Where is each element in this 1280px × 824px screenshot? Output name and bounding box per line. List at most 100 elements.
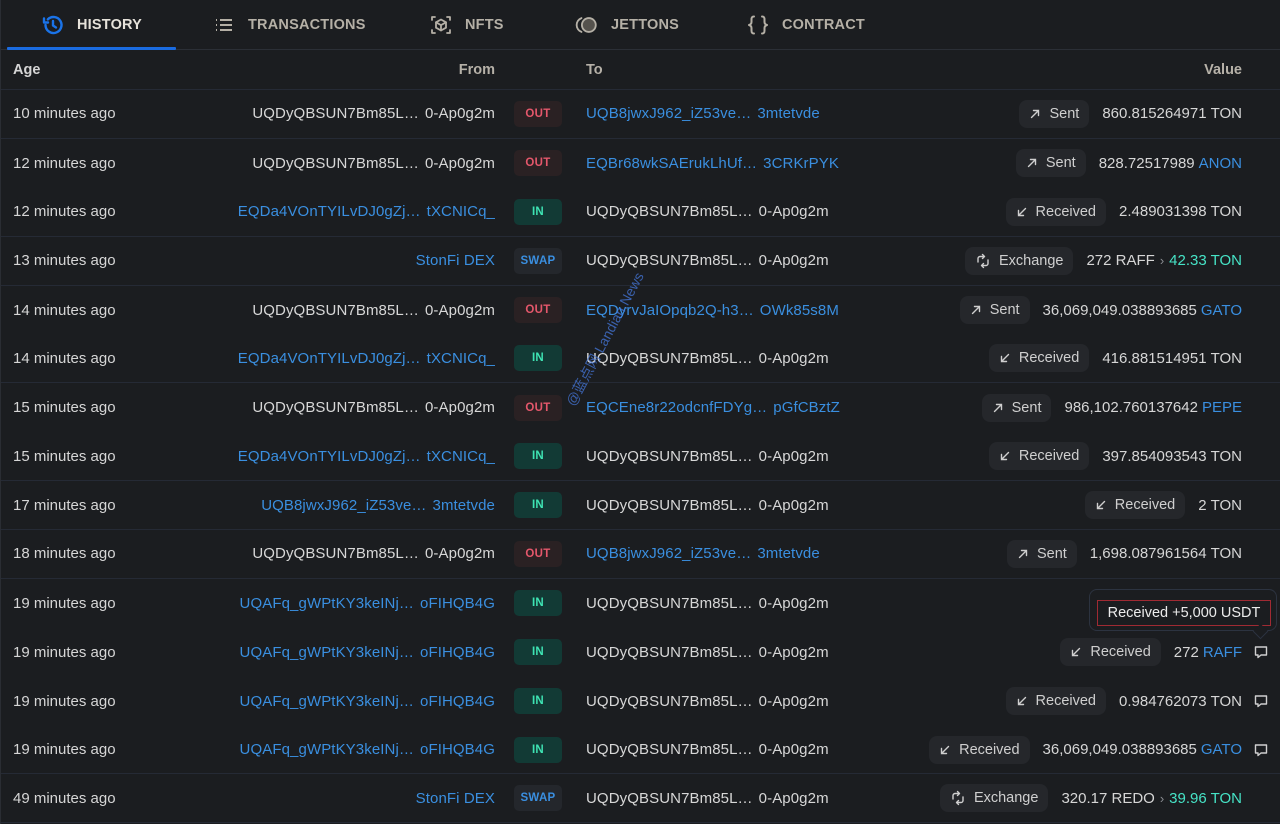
to-cell: UQDyQBSUN7Bm85L… 0-Ap0g2m bbox=[581, 497, 841, 514]
address-tail[interactable]: pGfCBztZ bbox=[773, 399, 840, 416]
token-symbol[interactable]: PEPE bbox=[1202, 399, 1242, 416]
address-tail[interactable]: oFIHQB4G bbox=[420, 693, 495, 710]
column-age: Age bbox=[13, 61, 41, 78]
address-tail[interactable]: tXCNICq_ bbox=[427, 448, 495, 465]
direction-badge: OUT bbox=[514, 540, 562, 567]
address-head[interactable]: UQAFq_gWPtKY3keINj… bbox=[240, 693, 414, 710]
action-chip: Sent bbox=[959, 296, 1030, 324]
table-row[interactable]: 17 minutes ago UQB8jwxJ962_iZ53ve… 3mtetvd… bbox=[1, 481, 1280, 531]
address-head[interactable]: UQB8jwxJ962_iZ53ve… bbox=[261, 497, 426, 514]
address-head: UQDyQBSUN7Bm85L… bbox=[252, 545, 419, 563]
address-tail[interactable]: oFIHQB4G bbox=[420, 595, 495, 612]
table-row[interactable]: 49 minutes ago StonFi DEX SWAP UQDyQBSUN7Bm… bbox=[1, 774, 1280, 824]
from-address[interactable]: UQAFq_gWPtKY3keINj… oFIHQB4G bbox=[240, 693, 495, 710]
address-head[interactable]: UQB8jwxJ962_iZ53ve… bbox=[586, 545, 751, 562]
comment-icon[interactable] bbox=[1252, 692, 1270, 710]
table-row[interactable]: 13 minutes ago StonFi DEX SWAP UQDyQBSUN7Bm… bbox=[1, 237, 1280, 286]
value-cell: Received 36,069,049.038893685 GATO bbox=[841, 735, 1280, 764]
address-tail[interactable]: oFIHQB4G bbox=[420, 644, 495, 661]
address-head[interactable]: UQAFq_gWPtKY3keINj… bbox=[240, 741, 414, 758]
from-address[interactable]: EQDa4VOnTYILvDJ0gZj… tXCNICq_ bbox=[238, 350, 495, 367]
from-address: UQDyQBSUN7Bm85L… 0-Ap0g2m bbox=[252, 545, 495, 562]
table-row[interactable]: 12 minutes ago EQDa4VOnTYILvDJ0gZj… tXCNIC… bbox=[1, 188, 1280, 237]
address-head[interactable]: EQDa4VOnTYILvDJ0gZj… bbox=[238, 448, 421, 465]
from-cell: StonFi DEX bbox=[227, 790, 495, 807]
token-symbol[interactable]: GATO bbox=[1201, 741, 1242, 758]
address-head[interactable]: UQAFq_gWPtKY3keINj… bbox=[240, 595, 414, 612]
table-row[interactable]: 18 minutes ago UQDyQBSUN7Bm85L… 0-Ap0g2m OU… bbox=[1, 530, 1280, 579]
table-row[interactable]: 19 minutes ago UQAFq_gWPtKY3keINj… oFIHQB4… bbox=[1, 726, 1280, 775]
address-tail[interactable]: 3mtetvde bbox=[757, 545, 820, 562]
from-address[interactable]: UQAFq_gWPtKY3keINj… oFIHQB4G bbox=[240, 595, 495, 612]
action-label: Received bbox=[959, 741, 1020, 758]
from-address[interactable]: UQAFq_gWPtKY3keINj… oFIHQB4G bbox=[240, 741, 495, 758]
from-address: UQDyQBSUN7Bm85L… 0-Ap0g2m bbox=[252, 399, 495, 416]
tab-jettons[interactable]: JETTONS bbox=[541, 0, 714, 49]
to-address[interactable]: UQB8jwxJ962_iZ53ve… 3mtetvde bbox=[586, 545, 820, 562]
from-address[interactable]: UQAFq_gWPtKY3keINj… oFIHQB4G bbox=[240, 644, 495, 661]
table-row[interactable]: 19 minutes ago UQAFq_gWPtKY3keINj… oFIHQB4… bbox=[1, 677, 1280, 726]
to-address[interactable]: EQCEne8r22odcnfFDYg… pGfCBztZ bbox=[586, 399, 840, 416]
to-address[interactable]: EQDyrvJaIOpqb2Q-h3… OWk85s8M bbox=[586, 302, 839, 319]
table-row[interactable]: 14 minutes ago EQDa4VOnTYILvDJ0gZj… tXCNIC… bbox=[1, 334, 1280, 384]
address-tail[interactable]: 3mtetvde bbox=[757, 105, 820, 122]
comment-icon[interactable] bbox=[1252, 741, 1270, 759]
swap-result: 39.96 TON bbox=[1169, 789, 1242, 807]
comment-tooltip: Received +5,000 USDT bbox=[1089, 589, 1277, 631]
tab-transactions[interactable]: TRANSACTIONS bbox=[176, 0, 395, 49]
from-address[interactable]: StonFi DEX bbox=[416, 252, 495, 269]
address-tail[interactable]: 3CRKrPYK bbox=[763, 155, 839, 172]
address-head[interactable]: EQDa4VOnTYILvDJ0gZj… bbox=[238, 203, 421, 220]
address-tail: 0-Ap0g2m bbox=[424, 301, 495, 319]
tab-label: CONTRACT bbox=[782, 16, 865, 33]
tab-label: JETTONS bbox=[611, 16, 680, 33]
direction-badge: IN bbox=[514, 736, 562, 763]
table-row[interactable]: 10 minutes ago UQDyQBSUN7Bm85L… 0-Ap0g2m OU… bbox=[1, 90, 1280, 139]
address-head[interactable]: EQDyrvJaIOpqb2Q-h3… bbox=[586, 302, 754, 319]
to-address[interactable]: UQB8jwxJ962_iZ53ve… 3mtetvde bbox=[586, 105, 820, 122]
address-tail[interactable]: OWk85s8M bbox=[760, 302, 839, 319]
tab-contract[interactable]: CONTRACT bbox=[714, 0, 889, 49]
comment-icon[interactable] bbox=[1252, 643, 1270, 661]
to-address[interactable]: EQBr68wkSAErukLhUf… 3CRKrPYK bbox=[586, 155, 839, 172]
to-cell: UQDyQBSUN7Bm85L… 0-Ap0g2m bbox=[581, 350, 841, 367]
direction-cell: IN bbox=[495, 198, 581, 225]
from-address[interactable]: EQDa4VOnTYILvDJ0gZj… tXCNICq_ bbox=[238, 448, 495, 465]
address-tail[interactable]: tXCNICq_ bbox=[427, 203, 495, 220]
address-head: UQDyQBSUN7Bm85L… bbox=[252, 105, 419, 123]
address-head[interactable]: EQDa4VOnTYILvDJ0gZj… bbox=[238, 350, 421, 367]
address-tail[interactable]: tXCNICq_ bbox=[427, 350, 495, 367]
table-row[interactable]: 19 minutes ago UQAFq_gWPtKY3keINj… oFIHQB4… bbox=[1, 628, 1280, 677]
tab-history[interactable]: HISTORY bbox=[7, 0, 176, 50]
tab-nfts[interactable]: NFTS bbox=[395, 0, 541, 49]
address-head[interactable]: UQB8jwxJ962_iZ53ve… bbox=[586, 105, 751, 122]
tab-label: HISTORY bbox=[77, 16, 143, 33]
action-label: Sent bbox=[1011, 399, 1042, 416]
table-row[interactable]: 15 minutes ago UQDyQBSUN7Bm85L… 0-Ap0g2m OU… bbox=[1, 383, 1280, 432]
token-symbol[interactable]: ANON bbox=[1199, 155, 1242, 172]
exchange-icon bbox=[950, 790, 966, 806]
from-address[interactable]: StonFi DEX bbox=[416, 790, 495, 807]
direction-cell: IN bbox=[495, 736, 581, 763]
value-cell: Received 2.489031398 TON bbox=[841, 197, 1280, 226]
received-arrow-icon bbox=[1070, 646, 1082, 658]
amount: 828.72517989 ANON bbox=[1099, 155, 1242, 172]
address-head: UQDyQBSUN7Bm85L… bbox=[586, 789, 753, 807]
to-address: UQDyQBSUN7Bm85L… 0-Ap0g2m bbox=[586, 595, 829, 612]
address-tail[interactable]: 3mtetvde bbox=[433, 497, 496, 514]
address-tail[interactable]: oFIHQB4G bbox=[420, 741, 495, 758]
address-head[interactable]: UQAFq_gWPtKY3keINj… bbox=[240, 644, 414, 661]
value-cell: Received 0.984762073 TON bbox=[841, 687, 1280, 716]
direction-badge: IN bbox=[514, 443, 562, 470]
from-address[interactable]: UQB8jwxJ962_iZ53ve… 3mtetvde bbox=[261, 497, 495, 514]
from-address[interactable]: EQDa4VOnTYILvDJ0gZj… tXCNICq_ bbox=[238, 203, 495, 220]
address-head: UQDyQBSUN7Bm85L… bbox=[586, 496, 753, 514]
token-symbol[interactable]: RAFF bbox=[1203, 644, 1242, 661]
token-symbol[interactable]: GATO bbox=[1201, 302, 1242, 319]
to-cell: UQDyQBSUN7Bm85L… 0-Ap0g2m bbox=[581, 252, 841, 269]
table-row[interactable]: 15 minutes ago EQDa4VOnTYILvDJ0gZj… tXCNIC… bbox=[1, 432, 1280, 482]
address-head[interactable]: EQBr68wkSAErukLhUf… bbox=[586, 155, 757, 172]
address-head[interactable]: EQCEne8r22odcnfFDYg… bbox=[586, 399, 767, 416]
table-row[interactable]: 12 minutes ago UQDyQBSUN7Bm85L… 0-Ap0g2m OU… bbox=[1, 139, 1280, 188]
table-row[interactable]: 14 minutes ago UQDyQBSUN7Bm85L… 0-Ap0g2m OU… bbox=[1, 286, 1280, 335]
